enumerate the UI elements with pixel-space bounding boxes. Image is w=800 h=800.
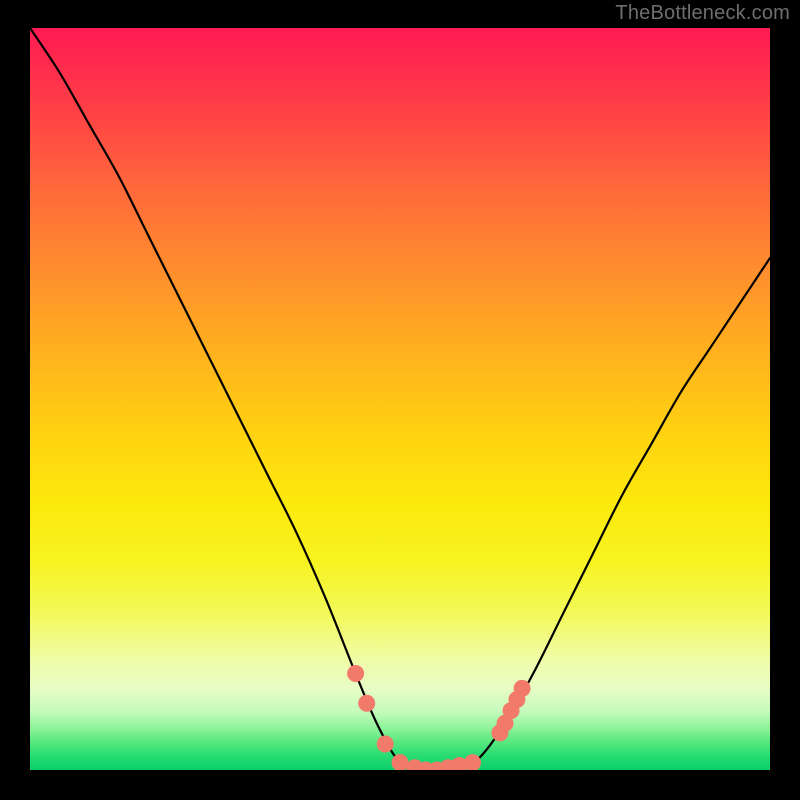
watermark-text: TheBottleneck.com — [615, 2, 790, 25]
marker-dot — [358, 695, 375, 712]
chart-container: TheBottleneck.com — [0, 0, 800, 800]
marker-dot — [347, 665, 364, 682]
marker-dot — [377, 736, 394, 753]
marker-dot — [514, 680, 531, 697]
marker-group — [347, 665, 530, 770]
marker-dot — [392, 754, 409, 770]
marker-dot — [464, 754, 481, 770]
data-markers — [30, 28, 770, 770]
plot-area — [30, 28, 770, 770]
